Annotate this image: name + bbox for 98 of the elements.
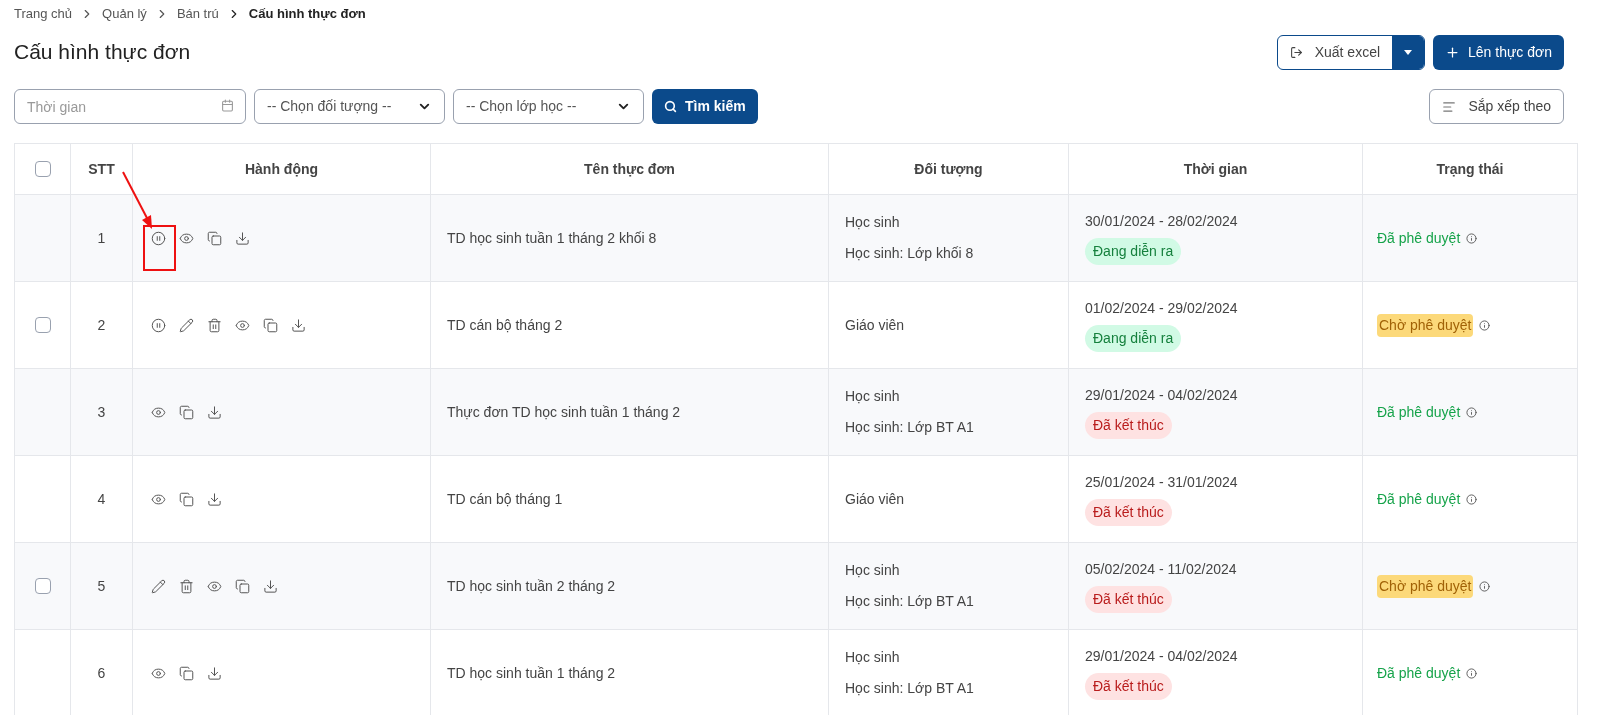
status-label: Chờ phê duyệt [1377, 574, 1474, 598]
status-label: Đã phê duyệt [1377, 402, 1461, 422]
create-menu-button[interactable]: Lên thực đơn [1433, 34, 1564, 70]
column-header: Tên thực đơn [584, 159, 675, 179]
status-label: Chờ phê duyệt [1377, 313, 1474, 337]
export-split-button[interactable]: Xuất excel [1276, 34, 1426, 70]
info-icon[interactable] [1466, 232, 1478, 244]
menu-name: TD học sinh tuần 1 tháng 2 khối 8 [447, 228, 657, 248]
exit-icon [1289, 45, 1303, 59]
date-range: 30/01/2024 - 28/02/2024 [1085, 212, 1238, 231]
column-header: Hành động [244, 159, 319, 179]
caret-icon[interactable] [1392, 35, 1425, 69]
row-number: 2 [97, 315, 106, 335]
lines-icon [1442, 99, 1457, 114]
menu-name: TD học sinh tuần 2 tháng 2 [447, 576, 616, 596]
period-badge: Đang diễn ra [1085, 238, 1182, 265]
subject-text: Giáo viên [845, 315, 906, 335]
subject-text: Học sinh [845, 213, 901, 232]
pause-icon[interactable] [151, 230, 166, 246]
copy-icon[interactable] [207, 230, 222, 246]
calendar-icon [221, 99, 234, 112]
breadcrumb-link[interactable]: Trang chủ [14, 4, 73, 24]
subject-text: Học sinh: Lớp BT A1 [845, 592, 975, 611]
row-number: 4 [97, 489, 106, 509]
date-range: 25/01/2024 - 31/01/2024 [1085, 473, 1238, 492]
date-range: 29/01/2024 - 04/02/2024 [1085, 647, 1238, 666]
info-icon[interactable] [1479, 580, 1491, 592]
pause-icon[interactable] [151, 317, 166, 333]
menu-name: TD cán bộ tháng 2 [447, 315, 563, 335]
column-header: Thời gian [1183, 159, 1248, 179]
trash-icon[interactable] [179, 578, 194, 594]
eye-icon[interactable] [179, 230, 194, 246]
date-range: 05/02/2024 - 11/02/2024 [1085, 560, 1237, 579]
breadcrumb-link[interactable]: Bán trú [176, 4, 219, 24]
sort-button[interactable]: Sắp xếp theo [1429, 89, 1564, 124]
date-field[interactable]: Thời gian [14, 89, 246, 124]
info-icon[interactable] [1479, 319, 1491, 331]
period-badge: Đã kết thúc [1085, 673, 1172, 700]
download-icon[interactable] [207, 491, 222, 507]
menu-name: Thực đơn TD học sinh tuần 1 tháng 2 [447, 402, 681, 422]
info-icon[interactable] [1466, 493, 1478, 505]
status-label: Đã phê duyệt [1377, 663, 1461, 683]
subject-text: Học sinh: Lớp khối 8 [845, 244, 975, 263]
period-badge: Đã kết thúc [1085, 586, 1172, 613]
select-field[interactable]: -- Chọn đối tượng -- [254, 89, 445, 124]
status-label: Đã phê duyệt [1377, 489, 1461, 509]
download-icon[interactable] [207, 665, 222, 681]
download-icon[interactable] [207, 404, 222, 420]
menu-name: TD cán bộ tháng 1 [447, 489, 563, 509]
checkbox[interactable] [34, 578, 51, 594]
export-label: Xuất excel [1314, 42, 1381, 62]
trash-icon[interactable] [207, 317, 222, 333]
checkbox[interactable] [34, 317, 51, 333]
period-badge: Đã kết thúc [1085, 499, 1172, 526]
row-number: 3 [97, 402, 106, 422]
eye-icon[interactable] [235, 317, 250, 333]
highlight-frame [143, 225, 176, 271]
copy-icon[interactable] [179, 665, 194, 681]
download-icon[interactable] [291, 317, 306, 333]
copy-icon[interactable] [179, 491, 194, 507]
column-header: Đối tượng [914, 159, 983, 179]
info-icon[interactable] [1466, 667, 1478, 679]
subject-text: Học sinh: Lớp BT A1 [845, 679, 975, 698]
eye-icon[interactable] [151, 404, 166, 420]
subject-text: Học sinh [845, 387, 901, 406]
pencil-icon[interactable] [151, 578, 166, 594]
copy-icon[interactable] [263, 317, 278, 333]
select-field[interactable]: -- Chọn lớp học -- [453, 89, 644, 124]
period-badge: Đang diễn ra [1085, 325, 1182, 352]
info-icon[interactable] [1466, 406, 1478, 418]
status-label: Đã phê duyệt [1377, 228, 1461, 248]
checkbox[interactable] [34, 161, 51, 177]
subject-text: Học sinh [845, 648, 901, 667]
subject-text: Giáo viên [845, 489, 906, 509]
breadcrumb-link[interactable]: Quản lý [102, 4, 147, 24]
row-number: 1 [97, 228, 106, 248]
copy-icon[interactable] [179, 404, 194, 420]
download-icon[interactable] [263, 578, 278, 594]
page-title: Cấu hình thực đơn [14, 39, 191, 66]
download-icon[interactable] [235, 230, 250, 246]
date-range: 01/02/2024 - 29/02/2024 [1085, 299, 1238, 318]
eye-icon[interactable] [207, 578, 222, 594]
pencil-icon[interactable] [179, 317, 194, 333]
subject-text: Học sinh: Lớp BT A1 [845, 418, 975, 437]
row-number: 6 [97, 663, 106, 683]
column-header: Trạng thái [1436, 159, 1504, 179]
copy-icon[interactable] [235, 578, 250, 594]
search-icon [664, 100, 677, 113]
eye-icon[interactable] [151, 665, 166, 681]
subject-text: Học sinh [845, 561, 901, 580]
eye-icon[interactable] [151, 491, 166, 507]
search-button[interactable]: Tìm kiếm [652, 89, 758, 124]
row-number: 5 [97, 576, 106, 596]
column-header: STT [88, 159, 115, 179]
menu-name: TD học sinh tuần 1 tháng 2 [447, 663, 616, 683]
date-range: 29/01/2024 - 04/02/2024 [1085, 386, 1238, 405]
period-badge: Đã kết thúc [1085, 412, 1172, 439]
plus-icon [1445, 44, 1461, 60]
